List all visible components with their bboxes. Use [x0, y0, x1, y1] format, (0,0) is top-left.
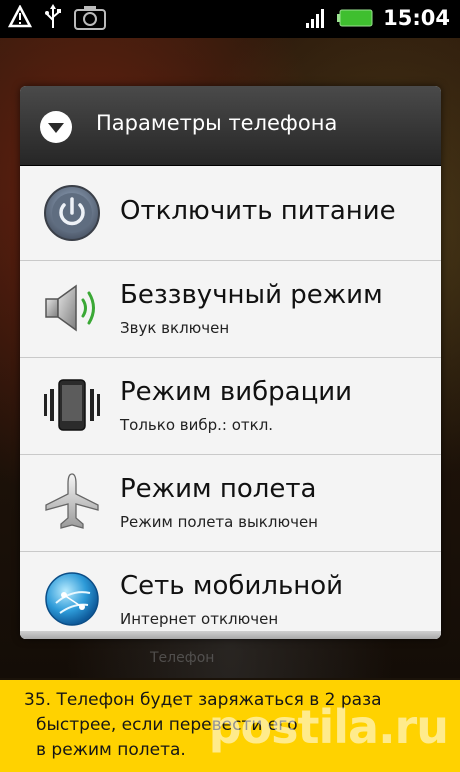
- dialog-title: Параметры телефона: [96, 111, 338, 135]
- menu-item-silent-mode[interactable]: Беззвучный режим Звук включен: [20, 261, 441, 358]
- menu-item-airplane-mode[interactable]: Режим полета Режим полета выключен: [20, 455, 441, 552]
- menu-item-subtitle: Только вибр.: откл.: [120, 416, 274, 434]
- menu-item-title: Беззвучный режим: [120, 280, 383, 310]
- background-hint-text: Телефон: [150, 650, 215, 666]
- menu-item-title: Отключить питание: [120, 196, 396, 226]
- notification-icons: [8, 4, 106, 30]
- menu-item-title: Режим полета: [120, 474, 317, 504]
- menu-item-title: Режим вибрации: [120, 377, 353, 407]
- menu-item-vibrate-mode[interactable]: Режим вибрации Только вибр.: откл.: [20, 358, 441, 455]
- airplane-icon: [45, 473, 99, 529]
- battery-icon: [337, 9, 373, 27]
- camera-icon: [74, 6, 106, 30]
- power-icon: [44, 185, 100, 241]
- speaker-icon: [45, 284, 95, 332]
- chevron-down-icon: [40, 111, 72, 143]
- globe-icon: [45, 572, 99, 626]
- menu-item-subtitle: Режим полета выключен: [120, 513, 318, 531]
- watermark: postila.ru: [208, 700, 449, 754]
- dialog-header: Параметры телефона: [20, 86, 441, 166]
- usb-icon: [45, 4, 61, 28]
- menu-item-subtitle: Звук включен: [120, 319, 230, 337]
- clock: 15:04: [383, 6, 450, 30]
- vibrate-phone-icon: [44, 379, 100, 431]
- warning-icon: [8, 5, 32, 28]
- phone-options-dialog: Параметры телефона Отключить питание Без…: [20, 86, 441, 639]
- system-icons: 15:04: [305, 6, 450, 30]
- signal-icon: [306, 9, 325, 28]
- menu-item-subtitle: Интернет отключен: [120, 610, 279, 628]
- menu-item-power-off[interactable]: Отключить питание: [20, 166, 441, 261]
- menu-item-title: Сеть мобильной: [120, 571, 344, 601]
- scroll-edge[interactable]: [20, 631, 441, 639]
- status-bar: 15:04: [0, 0, 460, 38]
- menu-item-mobile-network[interactable]: Сеть мобильной Интернет отключен: [20, 552, 441, 639]
